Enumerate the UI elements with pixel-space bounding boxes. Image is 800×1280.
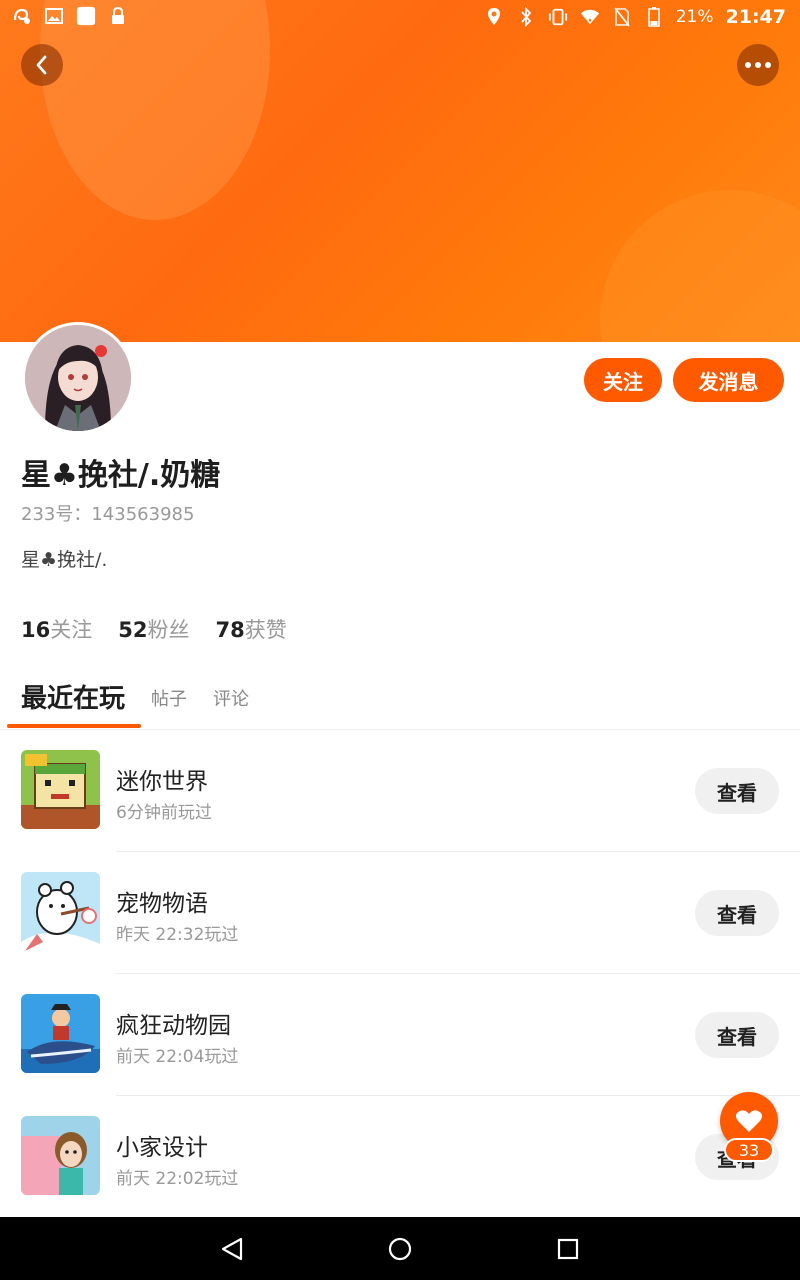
stat-following[interactable]: 16关注 <box>21 614 92 644</box>
game-name: 疯狂动物园 <box>116 1013 231 1039</box>
follow-button[interactable]: 关注 <box>584 358 662 402</box>
battery-percent: 21% <box>675 7 714 27</box>
chevron-left-icon <box>36 55 47 75</box>
view-button[interactable]: 查看 <box>695 768 779 814</box>
user-bio: 星♣挽社/. <box>21 549 108 571</box>
user-id: 233号：143563985 <box>21 504 195 525</box>
tab-recently-played[interactable]: 最近在玩 <box>21 678 125 715</box>
list-item[interactable]: 宠物物语 昨天 22:32玩过 查看 <box>0 852 800 974</box>
tab-posts[interactable]: 帖子 <box>151 685 187 715</box>
stat-label: 关注 <box>50 618 93 642</box>
nav-home-button[interactable] <box>386 1235 414 1263</box>
bluetooth-icon <box>516 7 536 27</box>
nav-back-button[interactable] <box>218 1235 246 1263</box>
system-nav-bar <box>0 1217 800 1280</box>
game-last-played: 昨天 22:32玩过 <box>116 925 239 945</box>
stat-number: 52 <box>118 618 148 642</box>
image-icon <box>44 6 64 26</box>
stat-label: 获赞 <box>244 618 287 642</box>
username: 星♣挽社/.奶糖 <box>21 458 221 493</box>
active-tab-indicator <box>7 724 141 728</box>
more-dots-icon <box>745 62 771 68</box>
heart-icon <box>735 1110 763 1132</box>
game-icon-mini-world <box>21 750 100 829</box>
game-name: 宠物物语 <box>116 891 208 917</box>
game-last-played: 前天 22:04玩过 <box>116 1047 239 1067</box>
list-item[interactable]: 小家设计 前天 22:02玩过 查看 <box>0 1096 800 1218</box>
view-button[interactable]: 查看 <box>695 1012 779 1058</box>
no-sim-icon <box>612 7 632 27</box>
stat-number: 78 <box>215 618 245 642</box>
game-icon-crazy-zoo <box>21 994 100 1073</box>
banner-decoration <box>600 190 800 342</box>
notification-app-icon <box>12 6 32 26</box>
wifi-icon <box>580 7 600 27</box>
list-item[interactable]: 疯狂动物园 前天 22:04玩过 查看 <box>0 974 800 1096</box>
avatar[interactable] <box>22 322 134 434</box>
like-count-badge: 33 <box>724 1138 774 1162</box>
profile-stats: 16关注 52粉丝 78获赞 <box>21 614 287 644</box>
tab-comments[interactable]: 评论 <box>213 685 249 715</box>
stat-number: 16 <box>21 618 51 642</box>
game-name: 小家设计 <box>116 1135 208 1161</box>
game-icon-home-design <box>21 1116 100 1195</box>
more-options-button[interactable] <box>737 44 779 86</box>
square-icon <box>76 6 96 26</box>
game-name: 迷你世界 <box>116 769 208 795</box>
stat-label: 粉丝 <box>147 618 190 642</box>
clock: 21:47 <box>725 6 786 28</box>
status-bar: 21% 21:47 <box>0 0 800 34</box>
stat-likes[interactable]: 78获赞 <box>215 614 286 644</box>
lock-icon <box>108 6 128 26</box>
send-message-button[interactable]: 发消息 <box>673 358 784 402</box>
nav-recents-button[interactable] <box>554 1235 582 1263</box>
game-icon-pet-story <box>21 872 100 951</box>
list-item[interactable]: 迷你世界 6分钟前玩过 查看 <box>0 730 800 852</box>
game-last-played: 6分钟前玩过 <box>116 803 212 823</box>
back-button[interactable] <box>21 44 63 86</box>
game-last-played: 前天 22:02玩过 <box>116 1169 239 1189</box>
location-icon <box>484 7 504 27</box>
battery-icon <box>644 7 664 27</box>
recents-square-icon <box>557 1238 579 1260</box>
vibrate-icon <box>548 7 568 27</box>
stat-followers[interactable]: 52粉丝 <box>118 614 189 644</box>
view-button[interactable]: 查看 <box>695 890 779 936</box>
profile-tabs: 最近在玩 帖子 评论 <box>21 678 249 715</box>
back-triangle-icon <box>221 1237 243 1261</box>
profile-banner <box>0 0 800 342</box>
home-circle-icon <box>388 1237 412 1261</box>
